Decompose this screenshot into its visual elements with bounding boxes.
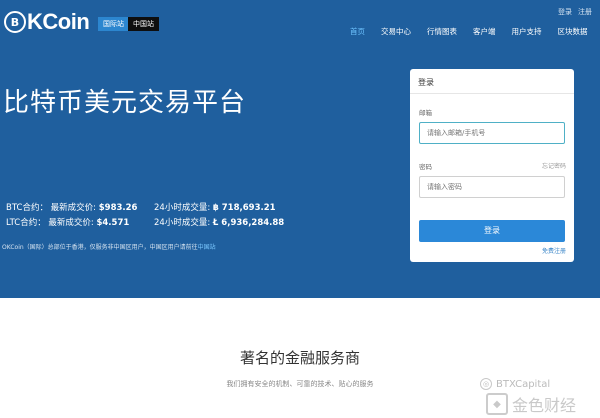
nav-support[interactable]: 用户支持 (512, 26, 542, 37)
okcoin-logo[interactable]: B KCoin (4, 9, 90, 35)
btc-volume-label: 24小时成交量: (154, 203, 211, 213)
ltc-stats: LTC合约： 最新成交价: $4.571 24小时成交量: Ł 6,936,28… (6, 216, 284, 228)
password-label: 密码 (419, 163, 432, 171)
watermark-top-text: BTXCapital (496, 378, 551, 390)
page-headline: 比特币美元交易平台 (3, 88, 247, 118)
email-input[interactable] (419, 122, 565, 144)
nav-charts[interactable]: 行情图表 (427, 26, 457, 37)
notice-cn-link[interactable]: 中国站 (198, 244, 216, 251)
login-panel: 登录 邮箱 密码 忘记密码 登录 免费注册 (410, 69, 574, 262)
main-nav: 首页 交易中心 行情图表 客户端 用户支持 区块数据 (350, 26, 600, 37)
region-cn-button[interactable]: 中国站 (128, 17, 159, 31)
btc-stats: BTC合约： 最新成交价: $983.26 24小时成交量: ฿ 718,693… (6, 201, 276, 213)
btc-price-label: BTC合约： 最新成交价: (6, 203, 97, 213)
free-register-link[interactable]: 免费注册 (542, 246, 566, 255)
nav-home[interactable]: 首页 (350, 26, 365, 37)
nav-trading-center[interactable]: 交易中心 (381, 26, 411, 37)
ltc-volume: Ł 6,936,284.88 (212, 218, 285, 228)
register-link[interactable]: 注册 (578, 7, 592, 17)
region-intl-button[interactable]: 国际站 (98, 17, 129, 31)
logo-text: KCoin (27, 9, 90, 34)
hero-banner: B KCoin 国际站 中国站 登录 注册 首页 交易中心 行情图表 客户端 用… (0, 0, 600, 298)
watermark-bottom-text: 金色财经 (512, 396, 577, 415)
login-title: 登录 (418, 78, 434, 87)
login-submit-button[interactable]: 登录 (419, 220, 565, 242)
btc-volume: ฿ 718,693.21 (212, 203, 276, 213)
watermark-top: ◎ BTXCapital (480, 378, 550, 390)
nav-block-data[interactable]: 区块数据 (558, 26, 588, 37)
email-label: 邮箱 (419, 109, 432, 117)
login-divider (410, 93, 574, 94)
account-links: 登录 注册 (558, 7, 592, 17)
ltc-volume-label: 24小时成交量: (154, 218, 211, 228)
bitcoin-logo-icon: B (4, 11, 26, 33)
ltc-price: $4.571 (96, 218, 130, 228)
login-link[interactable]: 登录 (558, 7, 572, 17)
password-input[interactable] (419, 176, 565, 198)
section-title: 著名的金融服务商 (239, 349, 360, 367)
btc-price: $983.26 (98, 203, 138, 213)
nav-client[interactable]: 客户端 (473, 26, 496, 37)
watermark-bottom: ◆ 金色财经 (486, 392, 576, 416)
forgot-password-link[interactable]: 忘记密码 (542, 161, 566, 170)
jinse-logo-icon: ◆ (486, 393, 508, 415)
ltc-price-label: LTC合约： 最新成交价: (6, 218, 94, 228)
notice-text: OKCoin（国际）总部位于香港，仅服务非中国区用户，中国区用户请前往 (2, 244, 198, 251)
wechat-icon: ◎ (480, 378, 492, 390)
region-notice: OKCoin（国际）总部位于香港，仅服务非中国区用户，中国区用户请前往中国站 (2, 242, 216, 251)
